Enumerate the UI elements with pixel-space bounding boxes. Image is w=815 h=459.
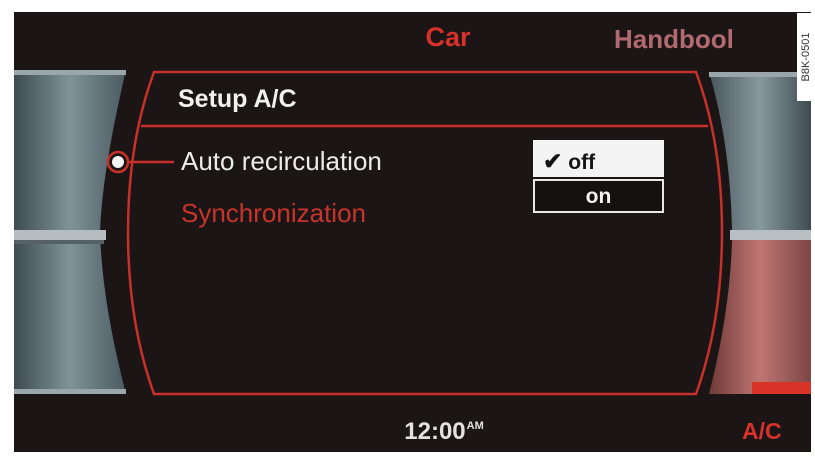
- image-code: B8K-0501: [797, 13, 815, 101]
- menu-item-auto-recirculation[interactable]: Auto recirculation: [181, 148, 382, 174]
- header-handbook-label[interactable]: Handbool: [614, 26, 734, 52]
- menu-title: Setup A/C: [178, 85, 297, 113]
- header-car-label[interactable]: Car: [348, 24, 548, 51]
- option-on-label: on: [585, 185, 612, 208]
- right-side-bezel: [709, 72, 811, 394]
- option-on[interactable]: on: [533, 179, 664, 213]
- radio-dot-icon: [106, 150, 130, 174]
- image-code-text: B8K-0501: [800, 32, 812, 82]
- clock-time: 12:00: [404, 418, 466, 445]
- left-side-bezel: [14, 70, 126, 394]
- ac-label[interactable]: A/C: [742, 420, 782, 443]
- check-icon: ✔: [543, 148, 563, 174]
- clock-am-pm: AM: [466, 420, 484, 432]
- mmi-display: Car Handbool Setup A/C Auto recirculatio…: [14, 12, 811, 452]
- option-off-label: off: [568, 151, 596, 174]
- option-off[interactable]: ✔ off: [533, 140, 664, 177]
- display-frame: [14, 70, 811, 396]
- menu-item-synchronization[interactable]: Synchronization: [181, 200, 366, 226]
- clock: 12:00AM: [344, 420, 544, 444]
- menu-frame: [126, 70, 724, 396]
